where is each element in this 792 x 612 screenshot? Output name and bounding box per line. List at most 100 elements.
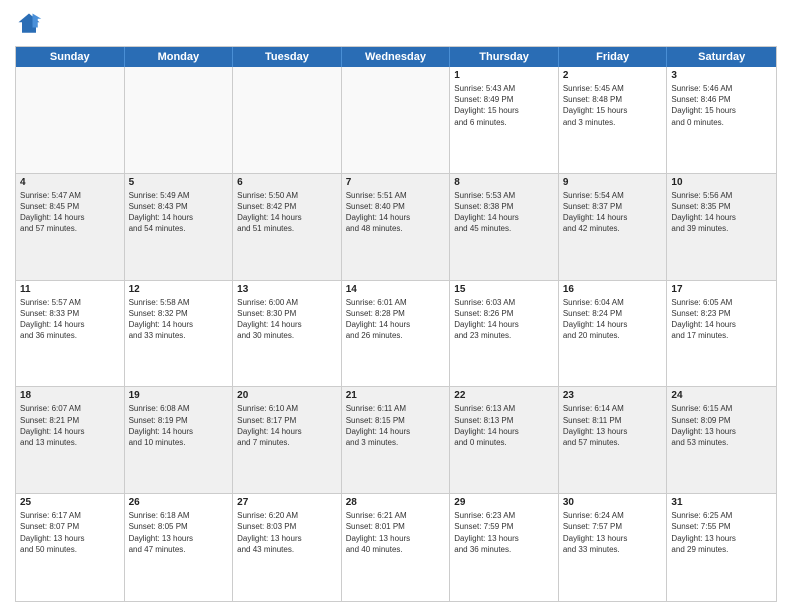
table-row: 26 Sunrise: 6:18 AM Sunset: 8:05 PM Dayli… [125, 494, 234, 601]
day-number: 3 [671, 70, 772, 81]
day-number: 6 [237, 177, 337, 188]
table-row [125, 67, 234, 173]
day-number: 13 [237, 284, 337, 295]
header [15, 10, 777, 38]
table-row: 21 Sunrise: 6:11 AM Sunset: 8:15 PM Dayli… [342, 387, 451, 493]
week-row-1: 1Sunrise: 5:43 AM Sunset: 8:49 PM Daylig… [16, 67, 776, 174]
day-info: Sunrise: 6:01 AM Sunset: 8:28 PM Dayligh… [346, 297, 446, 342]
day-number: 7 [346, 177, 446, 188]
day-info: Sunrise: 6:17 AM Sunset: 8:07 PM Dayligh… [20, 510, 120, 555]
table-row: 6 Sunrise: 5:50 AM Sunset: 8:42 PM Daylig… [233, 174, 342, 280]
table-row: 7 Sunrise: 5:51 AM Sunset: 8:40 PM Daylig… [342, 174, 451, 280]
day-info: Sunrise: 6:15 AM Sunset: 8:09 PM Dayligh… [671, 403, 772, 448]
day-number: 16 [563, 284, 663, 295]
day-info: Sunrise: 6:14 AM Sunset: 8:11 PM Dayligh… [563, 403, 663, 448]
table-row: 5 Sunrise: 5:49 AM Sunset: 8:43 PM Daylig… [125, 174, 234, 280]
day-number: 9 [563, 177, 663, 188]
day-number: 31 [671, 497, 772, 508]
day-number: 14 [346, 284, 446, 295]
table-row [233, 67, 342, 173]
table-row: 23 Sunrise: 6:14 AM Sunset: 8:11 PM Dayli… [559, 387, 668, 493]
day-number: 20 [237, 390, 337, 401]
table-row [16, 67, 125, 173]
day-number: 10 [671, 177, 772, 188]
header-day-friday: Friday [559, 47, 668, 67]
day-info: Sunrise: 6:13 AM Sunset: 8:13 PM Dayligh… [454, 403, 554, 448]
day-info: Sunrise: 6:08 AM Sunset: 8:19 PM Dayligh… [129, 403, 229, 448]
day-info: Sunrise: 6:18 AM Sunset: 8:05 PM Dayligh… [129, 510, 229, 555]
day-info: Sunrise: 6:03 AM Sunset: 8:26 PM Dayligh… [454, 297, 554, 342]
day-number: 12 [129, 284, 229, 295]
table-row: 4Sunrise: 5:47 AM Sunset: 8:45 PM Daylig… [16, 174, 125, 280]
header-day-saturday: Saturday [667, 47, 776, 67]
table-row: 1Sunrise: 5:43 AM Sunset: 8:49 PM Daylig… [450, 67, 559, 173]
table-row: 25 Sunrise: 6:17 AM Sunset: 8:07 PM Dayli… [16, 494, 125, 601]
table-row: 18 Sunrise: 6:07 AM Sunset: 8:21 PM Dayli… [16, 387, 125, 493]
calendar-header: SundayMondayTuesdayWednesdayThursdayFrid… [16, 47, 776, 67]
table-row: 20Sunrise: 6:10 AM Sunset: 8:17 PM Dayli… [233, 387, 342, 493]
day-number: 18 [20, 390, 120, 401]
day-number: 26 [129, 497, 229, 508]
day-number: 8 [454, 177, 554, 188]
day-number: 15 [454, 284, 554, 295]
day-info: Sunrise: 5:57 AM Sunset: 8:33 PM Dayligh… [20, 297, 120, 342]
table-row: 16 Sunrise: 6:04 AM Sunset: 8:24 PM Dayli… [559, 281, 668, 387]
table-row: 3 Sunrise: 5:46 AM Sunset: 8:46 PM Daylig… [667, 67, 776, 173]
day-info: Sunrise: 6:07 AM Sunset: 8:21 PM Dayligh… [20, 403, 120, 448]
day-info: Sunrise: 6:11 AM Sunset: 8:15 PM Dayligh… [346, 403, 446, 448]
calendar: SundayMondayTuesdayWednesdayThursdayFrid… [15, 46, 777, 602]
day-number: 5 [129, 177, 229, 188]
day-number: 21 [346, 390, 446, 401]
day-info: Sunrise: 6:21 AM Sunset: 8:01 PM Dayligh… [346, 510, 446, 555]
day-info: Sunrise: 6:04 AM Sunset: 8:24 PM Dayligh… [563, 297, 663, 342]
day-number: 30 [563, 497, 663, 508]
day-info: Sunrise: 6:25 AM Sunset: 7:55 PM Dayligh… [671, 510, 772, 555]
page: SundayMondayTuesdayWednesdayThursdayFrid… [0, 0, 792, 612]
header-day-monday: Monday [125, 47, 234, 67]
table-row: 11 Sunrise: 5:57 AM Sunset: 8:33 PM Dayli… [16, 281, 125, 387]
table-row [342, 67, 451, 173]
day-number: 23 [563, 390, 663, 401]
header-day-thursday: Thursday [450, 47, 559, 67]
day-info: Sunrise: 5:58 AM Sunset: 8:32 PM Dayligh… [129, 297, 229, 342]
table-row: 2 Sunrise: 5:45 AM Sunset: 8:48 PM Daylig… [559, 67, 668, 173]
day-number: 22 [454, 390, 554, 401]
day-info: Sunrise: 5:46 AM Sunset: 8:46 PM Dayligh… [671, 83, 772, 128]
table-row: 28Sunrise: 6:21 AM Sunset: 8:01 PM Dayli… [342, 494, 451, 601]
table-row: 19 Sunrise: 6:08 AM Sunset: 8:19 PM Dayli… [125, 387, 234, 493]
table-row: 10Sunrise: 5:56 AM Sunset: 8:35 PM Dayli… [667, 174, 776, 280]
table-row: 15 Sunrise: 6:03 AM Sunset: 8:26 PM Dayli… [450, 281, 559, 387]
table-row: 12 Sunrise: 5:58 AM Sunset: 8:32 PM Dayli… [125, 281, 234, 387]
table-row: 17 Sunrise: 6:05 AM Sunset: 8:23 PM Dayli… [667, 281, 776, 387]
week-row-3: 11 Sunrise: 5:57 AM Sunset: 8:33 PM Dayli… [16, 281, 776, 388]
day-info: Sunrise: 6:05 AM Sunset: 8:23 PM Dayligh… [671, 297, 772, 342]
table-row: 8 Sunrise: 5:53 AM Sunset: 8:38 PM Daylig… [450, 174, 559, 280]
logo [15, 10, 47, 38]
day-info: Sunrise: 5:49 AM Sunset: 8:43 PM Dayligh… [129, 190, 229, 235]
day-info: Sunrise: 5:54 AM Sunset: 8:37 PM Dayligh… [563, 190, 663, 235]
table-row: 30 Sunrise: 6:24 AM Sunset: 7:57 PM Dayli… [559, 494, 668, 601]
table-row: 24Sunrise: 6:15 AM Sunset: 8:09 PM Dayli… [667, 387, 776, 493]
week-row-5: 25 Sunrise: 6:17 AM Sunset: 8:07 PM Dayli… [16, 494, 776, 601]
table-row: 22 Sunrise: 6:13 AM Sunset: 8:13 PM Dayli… [450, 387, 559, 493]
table-row: 27Sunrise: 6:20 AM Sunset: 8:03 PM Dayli… [233, 494, 342, 601]
day-number: 25 [20, 497, 120, 508]
day-info: Sunrise: 5:47 AM Sunset: 8:45 PM Dayligh… [20, 190, 120, 235]
day-number: 17 [671, 284, 772, 295]
day-info: Sunrise: 6:20 AM Sunset: 8:03 PM Dayligh… [237, 510, 337, 555]
logo-icon [15, 10, 43, 38]
day-number: 29 [454, 497, 554, 508]
day-info: Sunrise: 6:24 AM Sunset: 7:57 PM Dayligh… [563, 510, 663, 555]
week-row-4: 18 Sunrise: 6:07 AM Sunset: 8:21 PM Dayli… [16, 387, 776, 494]
day-info: Sunrise: 5:50 AM Sunset: 8:42 PM Dayligh… [237, 190, 337, 235]
day-number: 2 [563, 70, 663, 81]
day-info: Sunrise: 5:51 AM Sunset: 8:40 PM Dayligh… [346, 190, 446, 235]
week-row-2: 4Sunrise: 5:47 AM Sunset: 8:45 PM Daylig… [16, 174, 776, 281]
day-number: 11 [20, 284, 120, 295]
header-day-sunday: Sunday [16, 47, 125, 67]
day-number: 19 [129, 390, 229, 401]
day-info: Sunrise: 5:43 AM Sunset: 8:49 PM Dayligh… [454, 83, 554, 128]
table-row: 9 Sunrise: 5:54 AM Sunset: 8:37 PM Daylig… [559, 174, 668, 280]
day-info: Sunrise: 5:53 AM Sunset: 8:38 PM Dayligh… [454, 190, 554, 235]
day-info: Sunrise: 5:45 AM Sunset: 8:48 PM Dayligh… [563, 83, 663, 128]
